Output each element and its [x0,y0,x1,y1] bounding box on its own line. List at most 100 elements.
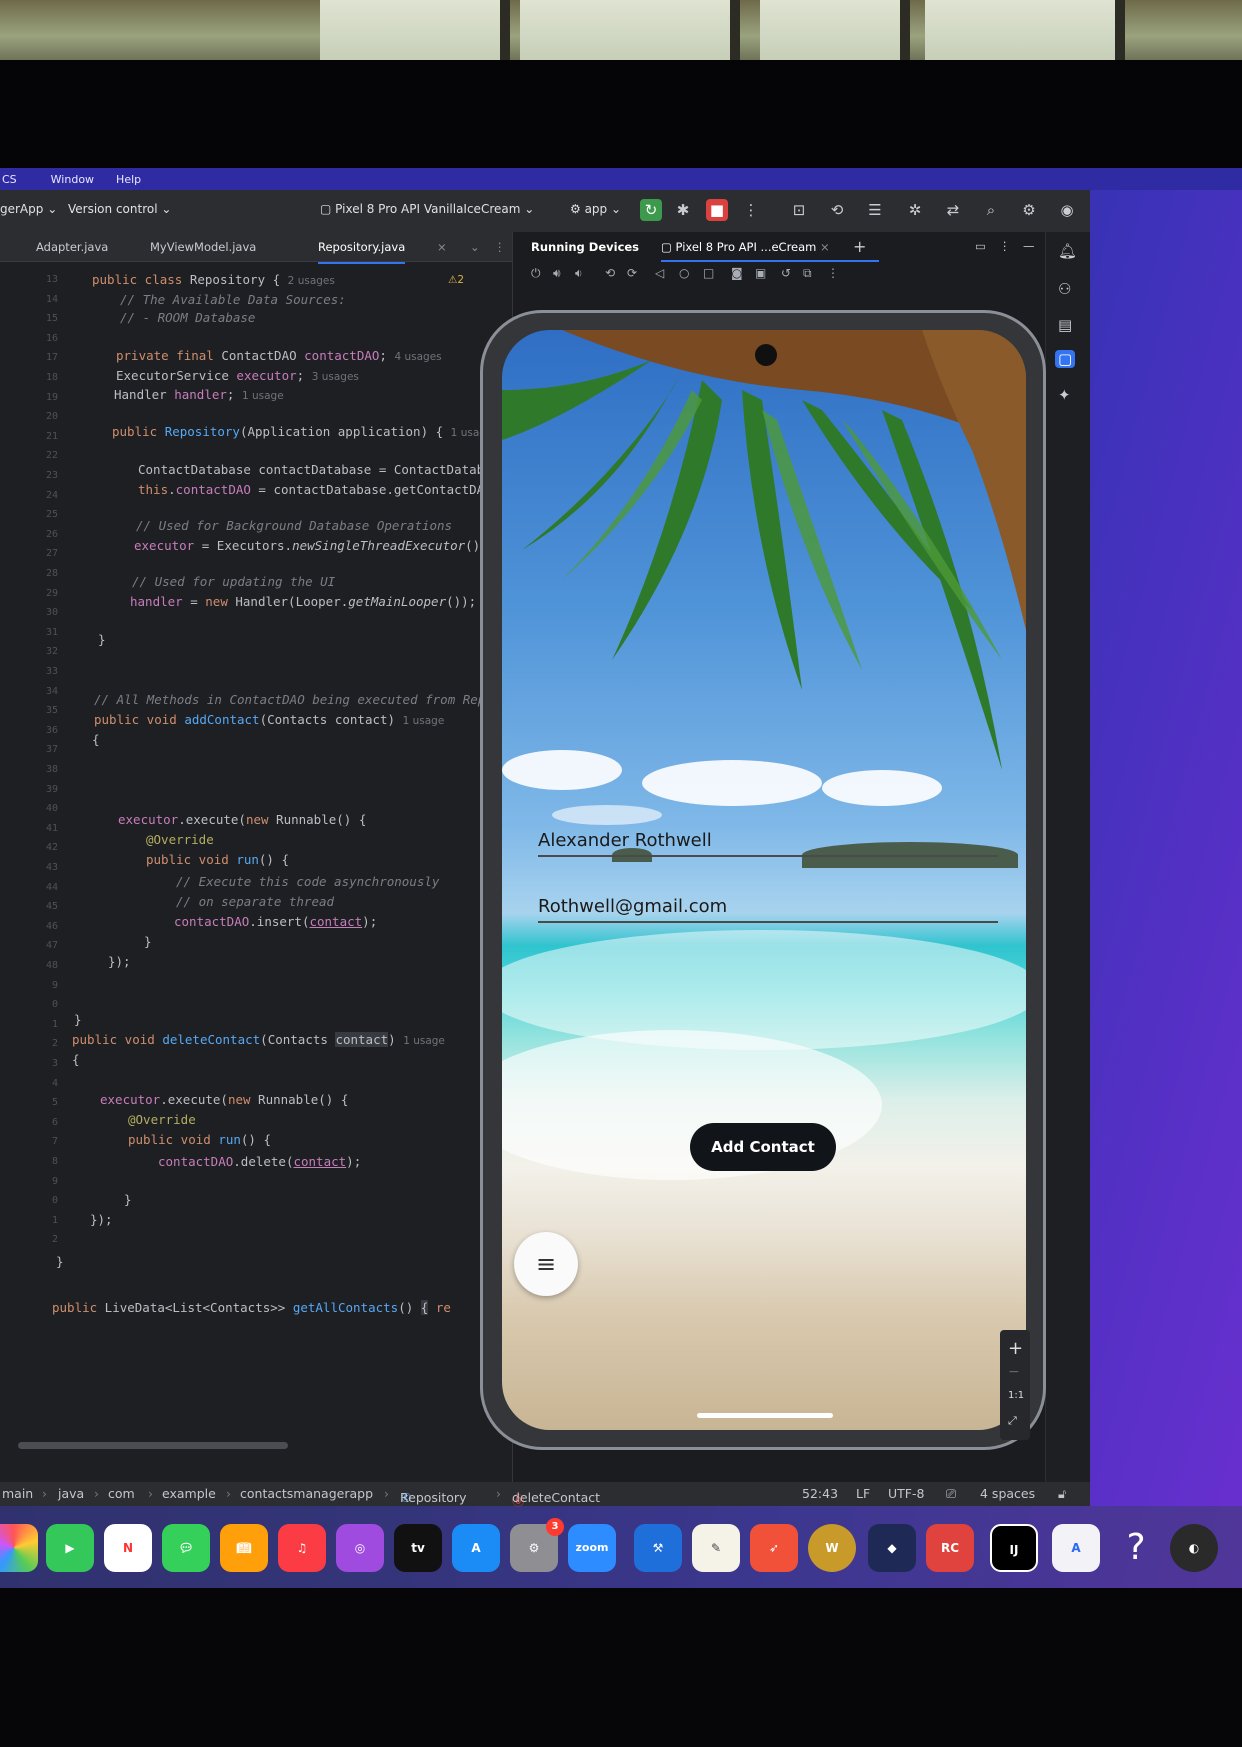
home-indicator[interactable] [697,1413,833,1418]
close-tab-icon[interactable]: × [437,240,447,254]
horizontal-scrollbar[interactable] [18,1442,288,1449]
tv-icon[interactable]: tv [394,1524,442,1572]
breadcrumb-example[interactable]: example [162,1486,216,1501]
music-icon[interactable]: ♫ [278,1524,326,1572]
breadcrumb-main[interactable]: main [2,1486,33,1501]
window-icon[interactable]: ▭ [975,239,986,253]
xcode-icon[interactable]: ⚒ [634,1524,682,1572]
podcasts-icon[interactable]: ◎ [336,1524,384,1572]
power-icon[interactable]: ⏻ [531,266,541,281]
readonly-icon[interactable]: ⎚ [946,1486,956,1502]
breadcrumb-com[interactable]: com [108,1486,135,1501]
code-line: public Repository(Application applicatio… [112,424,493,439]
line-number: 44 [45,881,58,893]
code-editor[interactable]: Adapter.java MyViewModel.java Repository… [0,232,512,1482]
rerun-icon[interactable]: ↻ [640,199,662,221]
sync-icon[interactable]: ⟲ [826,199,848,221]
system-settings-icon[interactable]: ⚙ 3 [510,1518,564,1572]
bug-icon[interactable]: ✲ [904,199,926,221]
record-icon[interactable]: ▣ [755,266,766,280]
app-store-icon[interactable]: A [452,1524,500,1572]
rotate-left-icon[interactable]: ⟲ [605,266,615,280]
minimize-icon[interactable]: — [1023,239,1035,253]
zoom-out-icon[interactable]: − [1008,1364,1020,1380]
overview-icon[interactable]: □ [703,266,714,280]
tab-device[interactable]: ▢ Pixel 8 Pro API ...eCream × [661,240,830,254]
instruments-icon[interactable]: A [1052,1524,1100,1572]
device-selector[interactable]: ▢ Pixel 8 Pro API VanillaIceCream ⌄ [320,202,534,216]
help-icon[interactable]: ? [1112,1524,1160,1572]
search-icon[interactable]: ⌕ [980,199,1002,221]
extended-controls-icon[interactable]: ⧉ [803,266,812,281]
tabs-more-icon[interactable]: ⋮ [494,240,506,254]
breadcrumb-package[interactable]: contactsmanagerapp [240,1486,373,1501]
snapshot-icon[interactable]: ↺ [781,266,791,280]
device-explorer-icon[interactable]: ▤ [1058,316,1072,334]
run-config-selector[interactable]: ⚙ app ⌄ [570,202,621,216]
tab-repository[interactable]: Repository.java [318,240,406,264]
debug-icon[interactable]: ✱ [672,199,694,221]
notifications-icon[interactable]: 🔔︎ [1058,242,1077,260]
gear-icon[interactable]: ⚙ [1018,199,1040,221]
file-encoding[interactable]: UTF-8 [888,1486,924,1501]
add-device-icon[interactable]: + [853,237,866,256]
actual-size-icon[interactable]: 1:1 [1008,1390,1024,1401]
intellij-icon[interactable]: IJ [990,1524,1038,1572]
menu-item-help[interactable]: Help [116,173,141,186]
line-number: 31 [45,626,58,638]
rotate-right-icon[interactable]: ⟳ [627,266,637,280]
logic-icon[interactable]: ◐ [1170,1524,1218,1572]
lock-icon[interactable]: 🔓︎ [1058,1486,1066,1502]
fit-screen-icon[interactable]: ⤢ [1008,1414,1017,1428]
panel-more-icon[interactable]: ⋮ [999,239,1011,253]
gradle-icon[interactable]: ⚇ [1058,280,1071,298]
vcs-selector[interactable]: Version control ⌄ [68,202,171,216]
tab-adapter[interactable]: Adapter.java [36,240,108,254]
zoom-in-icon[interactable]: + [1008,1338,1023,1359]
menu-item-window[interactable]: Window [51,173,94,186]
warning-indicator[interactable]: ⚠2 [448,274,464,286]
menu-item-cs[interactable]: CS [2,173,17,186]
line-number: 13 [45,274,58,285]
emulator-screen[interactable]: Alexander Rothwell Rothwell@gmail.com Ad… [502,330,1026,1430]
profiler-icon[interactable]: ⇄ [942,199,964,221]
textedit-icon[interactable]: ✎ [692,1524,740,1572]
photos-icon[interactable] [0,1524,38,1572]
menu-fab[interactable]: ≡ [514,1232,578,1296]
running-devices-icon[interactable]: ▢ [1055,350,1076,368]
stop-icon[interactable]: ■ [706,199,728,221]
breadcrumb-java[interactable]: java [58,1486,84,1501]
email-field[interactable]: Rothwell@gmail.com [538,896,998,923]
messages-icon[interactable]: 💬︎ [162,1524,210,1572]
tab-myviewmodel[interactable]: MyViewModel.java [150,240,256,254]
code-line: // - ROOM Database [120,310,256,325]
breadcrumb-separator: › [496,1486,501,1501]
more-icon[interactable]: ⋮ [740,199,762,221]
home-icon[interactable]: ○ [679,266,689,280]
cursor-position[interactable]: 52:43 [802,1486,838,1501]
structure-icon[interactable]: ☰ [864,199,886,221]
add-contact-button[interactable]: Add Contact [690,1123,836,1171]
games-icon[interactable]: ◆ [868,1524,916,1572]
gemini-icon[interactable]: ✦ [1058,386,1071,404]
volume-down-icon[interactable]: 🔉︎ [575,266,583,281]
name-field[interactable]: Alexander Rothwell [538,830,998,857]
line-number: 26 [45,528,58,540]
zoom-icon[interactable]: zoom [568,1524,616,1572]
indent-setting[interactable]: 4 spaces [980,1486,1035,1501]
swift-icon[interactable]: ➶ [750,1524,798,1572]
rollercoaster-icon[interactable]: RC [926,1524,974,1572]
device-more-icon[interactable]: ⋮ [827,266,839,280]
line-separator[interactable]: LF [856,1486,870,1501]
warcraft-icon[interactable]: W [808,1524,856,1572]
back-icon[interactable]: ◁ [655,266,664,280]
screenshot-icon[interactable]: ◙ [731,266,743,280]
tabs-dropdown-icon[interactable]: ⌄ [470,240,480,254]
volume-up-icon[interactable]: 🔊︎ [553,266,561,281]
device-manager-icon[interactable]: ⊡ [788,199,810,221]
books-icon[interactable]: 📖︎ [220,1524,268,1572]
facetime-icon[interactable]: ▶︎ [46,1524,94,1572]
news-icon[interactable]: N [104,1524,152,1572]
project-selector[interactable]: gerApp ⌄ [0,202,57,216]
account-icon[interactable]: ◉ [1056,199,1078,221]
